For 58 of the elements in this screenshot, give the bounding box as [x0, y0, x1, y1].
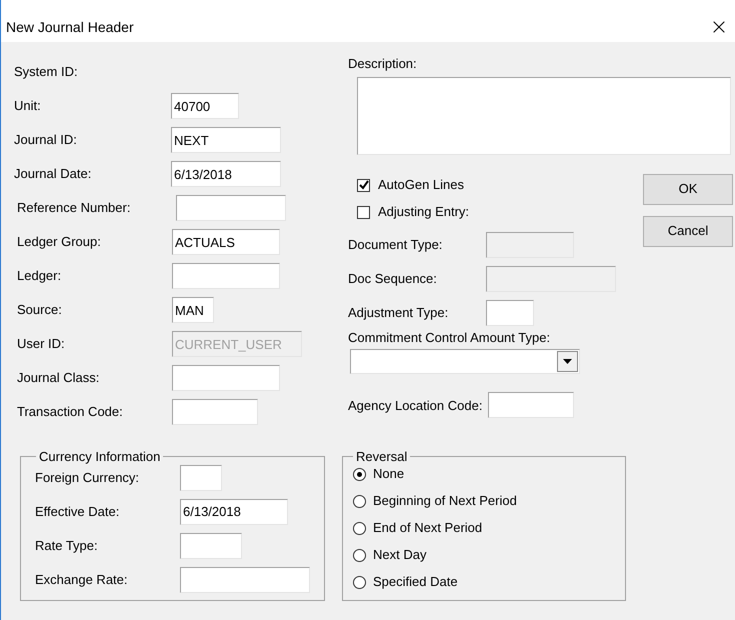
- radio-label: Next Day: [373, 546, 426, 564]
- field-label: Effective Date:: [35, 502, 120, 521]
- field-label: System ID:: [14, 63, 79, 81]
- field-label: Journal Class:: [17, 369, 100, 388]
- radio-button[interactable]: [353, 576, 366, 588]
- field-label: Document Type:: [348, 236, 444, 254]
- field-label: User ID:: [17, 335, 66, 354]
- field-label: Ledger:: [17, 267, 62, 286]
- checkbox[interactable]: [357, 206, 370, 218]
- radio-label: End of Next Period: [373, 519, 482, 538]
- input-field[interactable]: 6/13/2018: [180, 498, 288, 524]
- input-field[interactable]: [172, 399, 258, 425]
- field-label: Ledger Group:: [17, 233, 102, 252]
- radio-button[interactable]: [353, 522, 366, 534]
- input-field[interactable]: 40700: [171, 93, 239, 119]
- field-label: Doc Sequence:: [348, 270, 438, 288]
- radio-button[interactable]: [353, 468, 366, 480]
- field-label: Adjustment Type:: [348, 304, 450, 322]
- radio-button[interactable]: [353, 494, 366, 508]
- checkbox-label: AutoGen Lines: [378, 176, 464, 194]
- field-label: Journal Date:: [14, 165, 92, 184]
- field-label: Description:: [348, 55, 418, 73]
- input-field[interactable]: MAN: [172, 297, 214, 323]
- radio-label: None: [373, 465, 404, 484]
- input-field[interactable]: [486, 300, 534, 326]
- radio-label: Beginning of Next Period: [373, 492, 517, 510]
- input-field[interactable]: [180, 566, 310, 592]
- dropdown[interactable]: [350, 349, 580, 374]
- input-field[interactable]: [180, 532, 242, 558]
- field-label: Rate Type:: [35, 536, 99, 555]
- checkbox-label: Adjusting Entry:: [378, 203, 470, 222]
- input-field[interactable]: NEXT: [171, 127, 281, 153]
- cancel-button[interactable]: Cancel: [643, 216, 733, 246]
- field-label: Agency Location Code:: [348, 396, 484, 414]
- field-label: Exchange Rate:: [35, 570, 129, 589]
- group-title: Reversal: [355, 448, 408, 466]
- field-label: Unit:: [14, 97, 42, 116]
- window-title: New Journal Header: [6, 18, 134, 36]
- input-field[interactable]: [176, 195, 286, 221]
- group-title: Currency Information: [38, 448, 162, 466]
- field-label: Source:: [17, 301, 63, 320]
- description-field[interactable]: [357, 76, 731, 154]
- input-field[interactable]: ACTUALS: [172, 229, 280, 255]
- field-label: Foreign Currency:: [35, 468, 140, 487]
- input-field[interactable]: 6/13/2018: [171, 161, 281, 187]
- ok-button[interactable]: OK: [643, 174, 733, 204]
- radio-button[interactable]: [353, 548, 366, 562]
- field-label: Journal ID:: [14, 131, 78, 150]
- field-label: Transaction Code:: [17, 403, 124, 422]
- input-field[interactable]: [180, 464, 222, 490]
- radio-label: Specified Date: [373, 573, 458, 592]
- caret-icon: [563, 359, 572, 364]
- input-field[interactable]: [488, 392, 574, 418]
- input-field[interactable]: [172, 365, 280, 391]
- field-label: Reference Number:: [17, 199, 132, 218]
- input-field[interactable]: [172, 263, 280, 289]
- checkbox[interactable]: [357, 178, 370, 192]
- field-label: Commitment Control Amount Type:: [348, 328, 552, 347]
